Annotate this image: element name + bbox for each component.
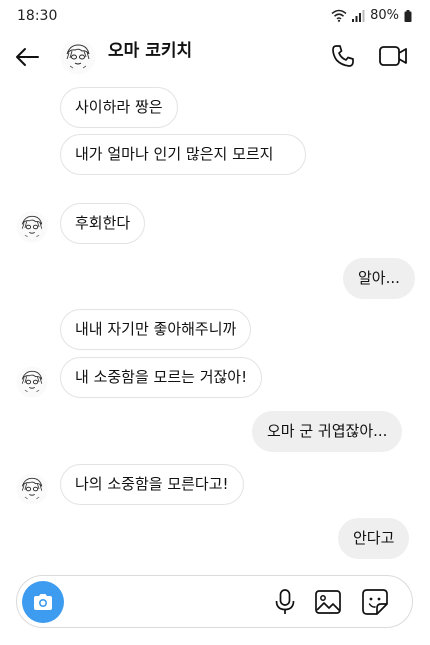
microphone-icon[interactable] bbox=[272, 588, 298, 616]
status-icons: 80% bbox=[331, 8, 412, 23]
message-incoming: 내 소중함을 모르는 거잖아! bbox=[60, 357, 263, 398]
message-avatar[interactable] bbox=[16, 473, 48, 505]
message-avatar[interactable] bbox=[16, 211, 48, 243]
battery-percent: 80% bbox=[370, 8, 399, 23]
phone-icon[interactable] bbox=[330, 43, 356, 69]
status-bar: 18:30 80% bbox=[0, 0, 430, 34]
status-time: 18:30 bbox=[17, 8, 58, 24]
message-outgoing: 오마 군 귀엽잖아... bbox=[252, 411, 403, 452]
message-outgoing: 알아... bbox=[343, 258, 415, 299]
wifi-icon bbox=[331, 9, 347, 22]
contact-name[interactable]: 오마 코키치 bbox=[108, 36, 192, 61]
message-incoming: 내내 자기만 좋아해주니까 bbox=[60, 309, 252, 350]
message-incoming: 내가 얼마나 인기 많은지 모르지 bbox=[60, 134, 306, 175]
message-avatar[interactable] bbox=[16, 366, 48, 398]
message-input[interactable] bbox=[73, 590, 267, 616]
avatar-sketch-icon bbox=[16, 211, 48, 243]
sticker-icon[interactable] bbox=[361, 588, 389, 616]
camera-icon bbox=[34, 594, 52, 610]
avatar-sketch-icon bbox=[16, 473, 48, 505]
battery-icon bbox=[404, 9, 412, 22]
message-incoming: 나의 소중함을 모른다고! bbox=[60, 464, 244, 505]
message-composer bbox=[16, 575, 413, 628]
message-outgoing: 안다고 bbox=[338, 518, 410, 559]
message-incoming: 후회한다 bbox=[60, 203, 146, 244]
signal-icon bbox=[352, 9, 365, 22]
contact-avatar[interactable] bbox=[60, 39, 96, 75]
chat-header: 오마 코키치 bbox=[0, 34, 430, 78]
image-icon[interactable] bbox=[314, 589, 342, 615]
video-camera-icon[interactable] bbox=[378, 42, 408, 70]
avatar-sketch-icon bbox=[16, 366, 48, 398]
avatar-sketch-icon bbox=[60, 39, 96, 75]
camera-button[interactable] bbox=[22, 581, 64, 623]
back-arrow-icon[interactable] bbox=[12, 42, 42, 72]
message-incoming: 사이하라 짱은 bbox=[60, 87, 178, 128]
